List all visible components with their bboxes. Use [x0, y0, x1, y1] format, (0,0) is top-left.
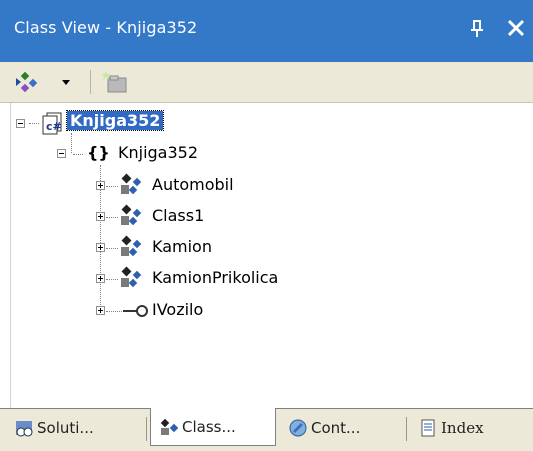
expand-toggle[interactable]	[96, 212, 105, 221]
class-icon	[121, 266, 142, 288]
window-title: Class View - Knjiga352	[14, 18, 198, 37]
tab-label: Cont...	[311, 419, 361, 437]
tab-class-view[interactable]: Class...	[150, 408, 276, 446]
class-view-window: Class View - Knjiga352 c# Knjiga352 {} K…	[0, 0, 533, 451]
new-folder-icon	[101, 70, 127, 93]
class-node-label[interactable]: Class1	[152, 206, 204, 225]
solution-explorer-icon	[16, 421, 33, 437]
pin-icon[interactable]	[467, 18, 487, 40]
class-icon	[121, 173, 142, 195]
class-view-icon	[160, 418, 179, 435]
class-icon	[121, 235, 142, 257]
interface-icon	[123, 305, 148, 317]
tree-connector	[71, 133, 73, 153]
toolbar	[0, 62, 533, 103]
index-icon	[421, 419, 435, 437]
toolbar-separator	[90, 70, 91, 94]
svg-text:c#: c#	[46, 120, 62, 133]
project-icon: c#	[42, 112, 62, 135]
tab-label: Class...	[182, 417, 236, 436]
tab-separator	[406, 417, 407, 441]
interface-node-label[interactable]: IVozilo	[152, 300, 203, 319]
namespace-node-label[interactable]: Knjiga352	[118, 143, 198, 162]
class-node-label[interactable]: KamionPrikolica	[152, 268, 278, 287]
tab-label: Index	[441, 419, 484, 437]
tab-contents[interactable]: Cont...	[282, 409, 402, 447]
class-node-label[interactable]: Kamion	[152, 237, 212, 256]
tree-connector	[29, 123, 39, 125]
tree-connector	[106, 186, 118, 188]
class-icon	[121, 204, 142, 226]
collapse-toggle[interactable]	[57, 149, 66, 158]
class-node-label[interactable]: Automobil	[152, 175, 234, 194]
tree-connector	[106, 279, 118, 281]
class-tree[interactable]: c# Knjiga352 {} Knjiga352 Automobil Clas…	[10, 103, 524, 408]
tab-separator	[146, 417, 147, 441]
title-bar[interactable]: Class View - Knjiga352	[0, 0, 533, 62]
tab-index[interactable]: Index	[414, 409, 526, 447]
bottom-tab-strip: Soluti... Class... Cont... Index	[0, 408, 533, 451]
tab-label: Soluti...	[37, 419, 94, 437]
tab-solution-explorer[interactable]: Soluti...	[14, 409, 144, 447]
tree-connector	[73, 154, 83, 156]
expand-toggle[interactable]	[96, 243, 105, 252]
sort-by-icon	[16, 71, 70, 93]
expand-toggle[interactable]	[96, 274, 105, 283]
namespace-icon: {}	[87, 143, 110, 162]
tree-connector	[106, 217, 118, 219]
expand-toggle[interactable]	[96, 306, 105, 315]
expand-toggle[interactable]	[96, 181, 105, 190]
project-node-label[interactable]: Knjiga352	[65, 110, 165, 131]
collapse-toggle[interactable]	[16, 119, 25, 128]
close-icon[interactable]	[505, 17, 527, 39]
sort-by-button[interactable]	[14, 68, 76, 96]
tree-connector	[106, 311, 122, 313]
new-folder-button[interactable]	[100, 68, 132, 96]
contents-icon	[289, 419, 307, 437]
tree-connector	[106, 248, 118, 250]
